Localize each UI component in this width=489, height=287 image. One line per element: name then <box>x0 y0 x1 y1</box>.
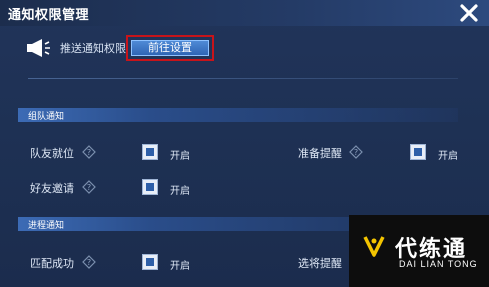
friend-invite-label: 好友邀请 <box>30 183 74 195</box>
section-header-bar <box>18 108 458 122</box>
prepare-remind-checkbox[interactable] <box>410 144 426 160</box>
friend-invite-checkbox[interactable] <box>142 179 158 195</box>
close-button[interactable] <box>457 1 481 25</box>
checkbox-mark <box>414 148 422 156</box>
svg-text:?: ? <box>87 148 91 157</box>
megaphone-icon <box>27 39 50 57</box>
window-title: 通知权限管理 <box>8 7 90 22</box>
help-icon[interactable]: ? <box>82 145 96 159</box>
divider <box>28 78 458 79</box>
section-header-label: 进程通知 <box>28 220 65 230</box>
goto-settings-button[interactable]: 前往设置 <box>131 40 209 56</box>
prepare-remind-label: 准备提醒 <box>298 148 342 160</box>
svg-text:?: ? <box>87 258 91 267</box>
close-icon <box>460 4 478 22</box>
goto-settings-highlight: 前往设置 <box>126 35 214 61</box>
help-icon[interactable]: ? <box>82 255 96 269</box>
match-success-checkbox[interactable] <box>142 254 158 270</box>
teammate-ready-state: 开启 <box>170 151 190 162</box>
section-header-label: 组队通知 <box>28 111 65 121</box>
checkbox-mark <box>146 148 154 156</box>
checkbox-mark <box>146 258 154 266</box>
help-icon[interactable]: ? <box>349 145 363 159</box>
watermark: 代练通 DAI LIAN TONG <box>349 215 489 287</box>
friend-invite-state: 开启 <box>170 186 190 197</box>
push-permission-label: 推送通知权限 <box>60 43 126 55</box>
prepare-remind-state: 开启 <box>438 151 458 162</box>
svg-text:?: ? <box>87 183 91 192</box>
match-success-state: 开启 <box>170 261 190 272</box>
svg-text:?: ? <box>354 148 358 157</box>
match-success-label: 匹配成功 <box>30 258 74 270</box>
watermark-logo-icon <box>363 236 385 257</box>
checkbox-mark <box>146 183 154 191</box>
watermark-subtext: DAI LIAN TONG <box>399 259 478 269</box>
teammate-ready-checkbox[interactable] <box>142 144 158 160</box>
notification-permission-panel: 通知权限管理 推送通知权限 前往设置 组队通知 队友就位 ? 开启 准备提醒 ? <box>0 0 489 287</box>
pick-remind-label: 选将提醒 <box>298 258 342 270</box>
teammate-ready-label: 队友就位 <box>30 148 74 160</box>
help-icon[interactable]: ? <box>82 180 96 194</box>
section-header-team: 组队通知 <box>18 108 458 122</box>
title-bar: 通知权限管理 <box>0 0 489 26</box>
